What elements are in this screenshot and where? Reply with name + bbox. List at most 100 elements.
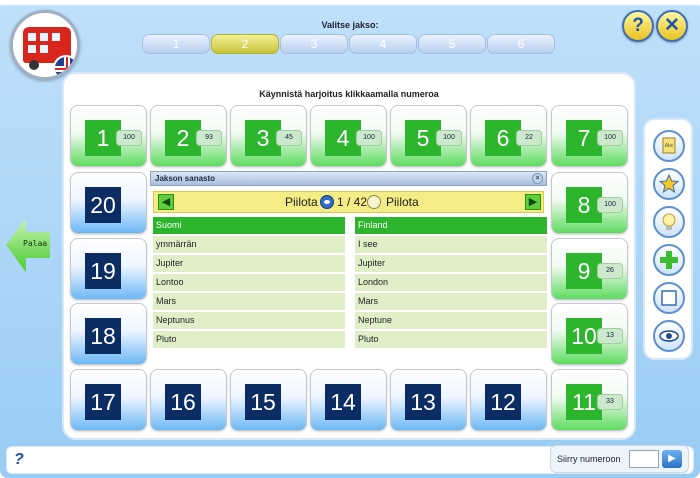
tile-score: 33 bbox=[597, 394, 623, 410]
tile-score: 93 bbox=[196, 130, 222, 146]
list-item: Jupiter bbox=[153, 255, 345, 272]
exercise-tile-18[interactable]: 18 bbox=[70, 303, 147, 365]
speech-bubble-icon[interactable] bbox=[367, 195, 381, 209]
close-button[interactable]: ✕ bbox=[656, 10, 688, 42]
back-button-label: Palaa bbox=[23, 239, 48, 248]
exercise-tile-12[interactable]: 12 bbox=[470, 369, 547, 431]
tile-number: 16 bbox=[165, 384, 201, 420]
exercise-tile-16[interactable]: 16 bbox=[150, 369, 227, 431]
list-item: Neptunus bbox=[153, 312, 345, 329]
svg-text:Abc: Abc bbox=[665, 143, 674, 149]
period-tabs: 1 2 3 4 5 6 bbox=[142, 34, 555, 54]
tile-number: 20 bbox=[85, 187, 121, 223]
vocabulary-header: Jakson sanasto × bbox=[150, 171, 547, 186]
vocabulary-nav-bar: ◀ Piilota 1 / 42 Piilota ▶ bbox=[153, 191, 544, 213]
eye-icon[interactable] bbox=[653, 320, 685, 352]
lightbulb-icon[interactable] bbox=[653, 206, 685, 238]
tile-score: 100 bbox=[116, 130, 142, 146]
exercise-tile-10[interactable]: 10 13 bbox=[551, 303, 628, 365]
list-item: Neptune bbox=[355, 312, 547, 329]
hide-left-label[interactable]: Piilota bbox=[285, 195, 318, 209]
star-icon[interactable] bbox=[653, 168, 685, 200]
tile-score: 100 bbox=[597, 130, 623, 146]
card-icon[interactable] bbox=[653, 282, 685, 314]
bus-window bbox=[52, 33, 60, 41]
list-item: Pluto bbox=[153, 331, 345, 348]
help-icon[interactable]: ? bbox=[14, 451, 24, 469]
vocabulary-window: Jakson sanasto × ◀ Piilota 1 / 42 Piilot… bbox=[150, 171, 547, 363]
exercise-tile-15[interactable]: 15 bbox=[230, 369, 307, 431]
tile-number: 14 bbox=[325, 384, 361, 420]
tile-number: 19 bbox=[85, 253, 121, 289]
notebook-icon[interactable]: Abc bbox=[653, 130, 685, 162]
exercise-tile-13[interactable]: 13 bbox=[390, 369, 467, 431]
list-item: Lontoo bbox=[153, 274, 345, 291]
tile-number: 12 bbox=[485, 384, 521, 420]
tools-toolbar: Abc bbox=[643, 118, 693, 360]
period-tab-5[interactable]: 5 bbox=[418, 34, 486, 54]
bus-window bbox=[40, 33, 48, 41]
goto-label: Siirry numeroon bbox=[557, 454, 621, 464]
bus-window bbox=[28, 33, 36, 41]
bus-window bbox=[28, 45, 36, 53]
list-item: ymmärrän bbox=[153, 236, 345, 253]
eye-icon[interactable] bbox=[320, 195, 334, 209]
back-button[interactable]: Palaa bbox=[6, 218, 50, 272]
panel-title: Käynnistä harjoitus klikkaamalla numeroa bbox=[259, 89, 439, 99]
exercise-tile-8[interactable]: 8 100 bbox=[551, 172, 628, 234]
previous-word-button[interactable]: ◀ bbox=[158, 194, 174, 210]
tile-score: 100 bbox=[436, 130, 462, 146]
tile-score: 26 bbox=[597, 263, 623, 279]
period-tab-3[interactable]: 3 bbox=[280, 34, 348, 54]
exercise-tile-20[interactable]: 20 bbox=[70, 172, 147, 234]
period-tab-6[interactable]: 6 bbox=[487, 34, 555, 54]
tile-score: 100 bbox=[356, 130, 382, 146]
goto-number-input[interactable] bbox=[629, 450, 659, 468]
list-item: London bbox=[355, 274, 547, 291]
period-tab-4[interactable]: 4 bbox=[349, 34, 417, 54]
tile-score: 100 bbox=[597, 197, 623, 213]
period-label: Valitse jakso: bbox=[321, 20, 379, 30]
exercise-tile-14[interactable]: 14 bbox=[310, 369, 387, 431]
exercise-tile-9[interactable]: 9 26 bbox=[551, 238, 628, 300]
next-word-button[interactable]: ▶ bbox=[525, 194, 541, 210]
list-item: Pluto bbox=[355, 331, 547, 348]
tile-score: 45 bbox=[276, 130, 302, 146]
list-item: Finland bbox=[355, 217, 547, 234]
list-item: Mars bbox=[355, 293, 547, 310]
bus-wheel bbox=[29, 60, 39, 70]
hide-right-label[interactable]: Piilota bbox=[386, 195, 419, 209]
exercise-tile-4[interactable]: 4 100 bbox=[310, 105, 387, 167]
exercise-tile-2[interactable]: 2 93 bbox=[150, 105, 227, 167]
list-item: Jupiter bbox=[355, 255, 547, 272]
exercise-tile-6[interactable]: 6 22 bbox=[470, 105, 547, 167]
tile-number: 15 bbox=[245, 384, 281, 420]
help-button[interactable]: ? bbox=[622, 10, 654, 42]
exercise-tile-11[interactable]: 11 33 bbox=[551, 369, 628, 431]
finnish-column: Suomi ymmärrän Jupiter Lontoo Mars Neptu… bbox=[153, 217, 345, 350]
english-column: Finland I see Jupiter London Mars Neptun… bbox=[355, 217, 547, 350]
app-logo bbox=[10, 10, 80, 80]
tile-score: 13 bbox=[597, 328, 623, 344]
exercise-tile-1[interactable]: 1 100 bbox=[70, 105, 147, 167]
goto-button[interactable]: ▶ bbox=[662, 450, 682, 468]
vocabulary-title: Jakson sanasto bbox=[155, 174, 216, 183]
bus-window bbox=[40, 45, 48, 53]
exercise-tile-5[interactable]: 5 100 bbox=[390, 105, 467, 167]
tile-score: 22 bbox=[516, 130, 542, 146]
tile-number: 18 bbox=[85, 318, 121, 354]
list-item: Suomi bbox=[153, 217, 345, 234]
tile-number: 13 bbox=[405, 384, 441, 420]
exercise-tile-7[interactable]: 7 100 bbox=[551, 105, 628, 167]
list-item: Mars bbox=[153, 293, 345, 310]
exercise-tile-17[interactable]: 17 bbox=[70, 369, 147, 431]
close-icon[interactable]: × bbox=[532, 173, 543, 184]
exercise-tile-19[interactable]: 19 bbox=[70, 238, 147, 300]
tile-number: 17 bbox=[85, 384, 121, 420]
plus-icon[interactable] bbox=[653, 244, 685, 276]
exercise-tile-3[interactable]: 3 45 bbox=[230, 105, 307, 167]
word-counter: 1 / 42 bbox=[337, 195, 368, 209]
period-tab-2[interactable]: 2 bbox=[211, 34, 279, 54]
period-tab-1[interactable]: 1 bbox=[142, 34, 210, 54]
list-item: I see bbox=[355, 236, 547, 253]
